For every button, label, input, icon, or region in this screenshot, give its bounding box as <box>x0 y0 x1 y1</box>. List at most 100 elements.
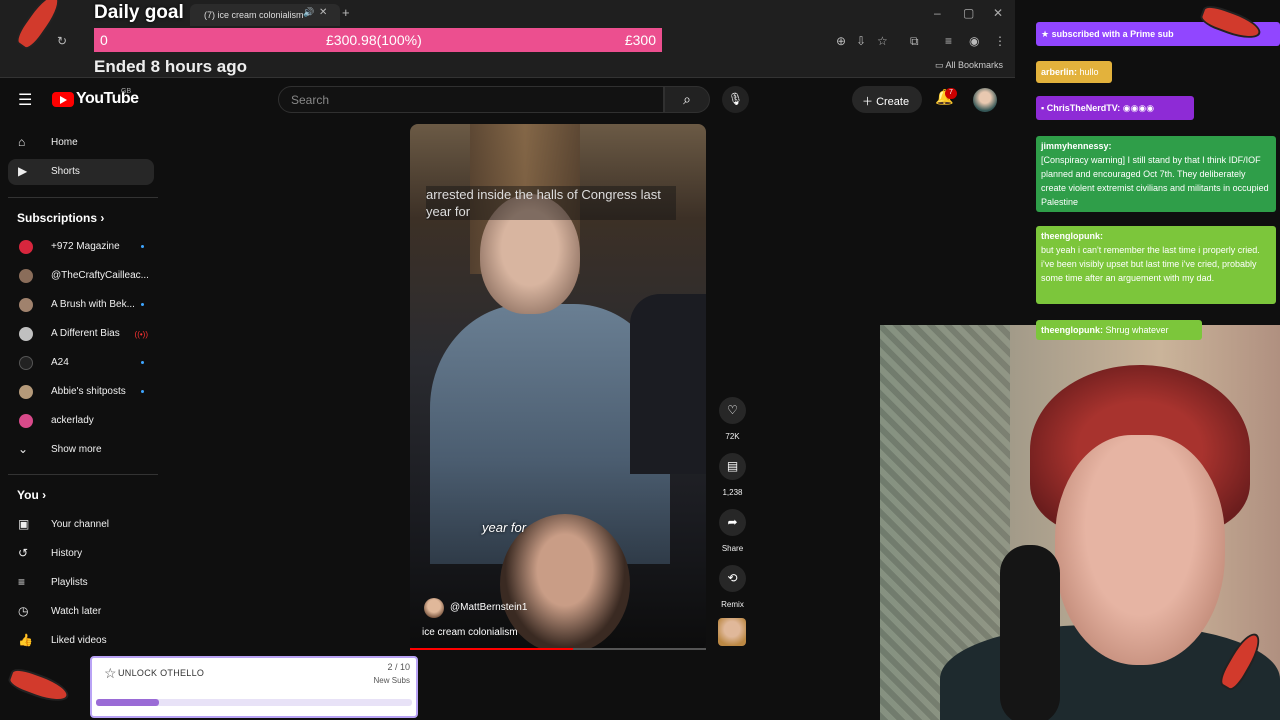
channel-avatar <box>19 240 33 254</box>
media-icon[interactable]: ≡ <box>945 34 952 48</box>
sidebar-item-subscription[interactable]: Abbie's shitposts <box>8 379 154 405</box>
region-code: GB <box>121 88 132 95</box>
unlock-goal-sublabel: New Subs <box>373 676 410 685</box>
chat-message: jimmyhennessy: [Conspiracy warning] I sti… <box>1036 136 1276 212</box>
chevron-right-icon: › <box>97 211 105 225</box>
minimize-icon[interactable]: – <box>934 6 941 20</box>
maximize-icon[interactable]: ▢ <box>963 6 974 20</box>
unlock-goal-count: 2 / 10 <box>387 662 410 672</box>
channel-avatar <box>19 269 33 283</box>
mic-icon: 🎙 <box>727 92 744 106</box>
goal-current: £300.98(100%) <box>326 32 422 48</box>
unlock-goal-panel <box>90 656 418 718</box>
star-icon: ☆ <box>104 665 117 681</box>
webcam-microphone <box>1000 545 1060 720</box>
sidebar-item-subscription[interactable]: A Different Bias ((•)) <box>8 321 154 347</box>
chili-decoration <box>6 665 72 707</box>
sidebar-item-subscription[interactable]: +972 Magazine <box>8 234 154 260</box>
chat-message: theenglopunk: but yeah i can't remember t… <box>1036 226 1276 304</box>
search-icon: ⌕ <box>683 91 691 107</box>
search-button[interactable]: ⌕ <box>664 86 710 113</box>
extensions-icon[interactable]: ⧉ <box>910 34 919 49</box>
menu-icon[interactable]: ⋮ <box>994 34 1006 48</box>
like-button[interactable]: ♡ <box>719 397 746 424</box>
channel-avatar <box>19 356 33 370</box>
audio-icon[interactable]: 🔊 <box>303 7 314 18</box>
install-icon[interactable]: ⇩ <box>856 34 866 48</box>
webcam-feed <box>880 325 1280 720</box>
reload-icon[interactable]: ↻ <box>57 34 67 48</box>
zoom-icon[interactable]: ⊕ <box>836 34 846 48</box>
profile-icon[interactable]: ◉ <box>969 34 979 48</box>
search-input[interactable] <box>279 87 663 112</box>
youtube-logo-icon[interactable] <box>52 92 74 107</box>
divider <box>8 197 158 198</box>
all-bookmarks[interactable]: ▭ All Bookmarks <box>935 60 1003 71</box>
home-icon: ⌂ <box>18 135 26 149</box>
sidebar-item-home[interactable]: ⌂ Home <box>8 130 154 156</box>
watch-later-icon: ◷ <box>18 604 29 618</box>
sidebar-item-playlists[interactable]: ≡ Playlists <box>8 570 154 596</box>
sidebar-item-subscription[interactable]: ackerlady <box>8 408 154 434</box>
unlock-progress-fill <box>96 699 160 706</box>
new-content-dot <box>141 303 144 306</box>
remix-button[interactable]: ⟲ <box>719 565 746 592</box>
video-caption-top: arrested inside the halls of Congress la… <box>426 186 676 220</box>
history-icon: ↺ <box>18 546 29 560</box>
sound-thumbnail[interactable] <box>718 618 746 646</box>
folder-icon: ▭ <box>934 60 946 70</box>
sidebar-item-subscription[interactable]: A Brush with Bek... <box>8 292 154 318</box>
chevron-down-icon: ⌄ <box>18 442 29 456</box>
heart-icon: ♡ <box>727 403 738 417</box>
new-content-dot <box>141 390 144 393</box>
short-video-player[interactable]: arrested inside the halls of Congress la… <box>410 124 706 650</box>
window-close-icon[interactable]: ✕ <box>993 6 1003 20</box>
share-label: Share <box>721 544 744 553</box>
search-box[interactable] <box>278 86 664 113</box>
short-channel-avatar[interactable] <box>424 598 444 618</box>
chevron-right-icon: › <box>38 488 47 502</box>
account-avatar[interactable] <box>973 88 997 112</box>
emote-icon: ◉◉◉◉ <box>1120 103 1155 113</box>
browser-tab[interactable]: (7) ice cream colonialism - <box>190 4 340 26</box>
short-title[interactable]: ice cream colonialism <box>422 627 518 638</box>
sidebar-item-subscription[interactable]: @TheCraftyCailleac... <box>8 263 154 289</box>
hamburger-menu-icon[interactable]: ☰ <box>18 90 32 110</box>
sidebar-item-history[interactable]: ↺ History <box>8 541 154 567</box>
comments-button[interactable]: ▤ <box>719 453 746 480</box>
video-caption-subtitle: year for <box>482 520 527 535</box>
show-more-button[interactable]: ⌄ Show more <box>8 437 154 463</box>
sidebar-item-watch-later[interactable]: ◷ Watch later <box>8 599 154 625</box>
voice-search-button[interactable]: 🎙 <box>722 86 749 113</box>
channel-icon: ▣ <box>18 517 30 531</box>
channel-avatar <box>19 298 33 312</box>
channel-avatar <box>19 414 33 428</box>
sidebar-item-your-channel[interactable]: ▣ Your channel <box>8 512 154 538</box>
remix-label: Remix <box>721 600 744 609</box>
star-icon: ★ <box>1041 29 1052 39</box>
close-tab-icon[interactable]: ✕ <box>319 7 327 18</box>
goal-title: Daily goal <box>94 2 184 23</box>
channel-avatar <box>19 327 33 341</box>
subscriptions-heading[interactable]: Subscriptions › <box>17 211 104 225</box>
sidebar-item-liked-videos[interactable]: 👍 Liked videos <box>8 628 154 654</box>
chat-message: theenglopunk: Shrug whatever <box>1036 320 1202 340</box>
short-channel-name[interactable]: @MattBernstein1 <box>450 602 527 613</box>
goal-status: Ended 8 hours ago <box>94 57 248 76</box>
you-heading[interactable]: You › <box>17 488 46 502</box>
remix-icon: ⟲ <box>727 571 738 585</box>
divider <box>8 474 158 475</box>
goal-target: £300 <box>624 32 656 48</box>
sidebar-item-shorts[interactable]: ▶ Shorts <box>8 159 154 185</box>
create-button[interactable]: ＋ Create <box>852 86 922 113</box>
liked-icon: 👍 <box>18 633 33 647</box>
sidebar-item-subscription[interactable]: A24 <box>8 350 154 376</box>
playlists-icon: ≡ <box>18 575 26 589</box>
share-button[interactable]: ➦ <box>719 509 746 536</box>
goal-progress-bar: 0 £300.98(100%) £300 <box>94 28 662 52</box>
plus-icon: ＋ <box>862 96 877 108</box>
new-tab-icon[interactable]: + <box>342 5 350 20</box>
new-content-dot <box>141 361 144 364</box>
bookmark-star-icon[interactable]: ☆ <box>877 34 888 48</box>
channel-avatar <box>19 385 33 399</box>
